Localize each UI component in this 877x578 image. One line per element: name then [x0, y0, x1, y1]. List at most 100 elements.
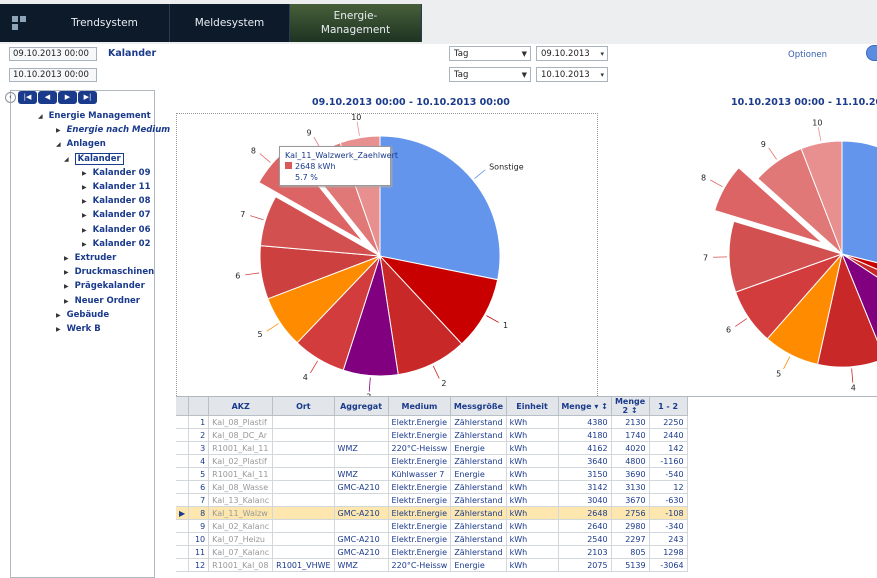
table-cell: kWh — [506, 558, 559, 572]
table-cell: 4800 — [611, 454, 650, 468]
column-header[interactable]: AKZ — [208, 397, 274, 416]
table-cell: Elektr.Energie — [388, 519, 452, 533]
table-row[interactable]: 4 Kal_02_Plastif Elektr.Energie Zählerstand… — [176, 454, 688, 468]
table-cell: Kal_08_DC_Ar — [208, 428, 274, 442]
table-cell: GMC-A210 — [334, 532, 389, 546]
column-header[interactable]: Menge 2 ↕ — [611, 397, 650, 416]
table-cell — [334, 454, 389, 468]
table-cell: 10 — [188, 532, 210, 546]
table-row[interactable]: 11 Kal_07_Kalanc GMC-A210 Elektr.Energie Zäh… — [176, 545, 688, 559]
table-row[interactable]: 2 Kal_08_DC_Ar Elektr.Energie Zählerstand kW… — [176, 428, 688, 442]
table-cell: 3130 — [611, 480, 650, 494]
table-cell: Kal_02_Kalanc — [208, 519, 274, 533]
pie-leader-line — [735, 318, 748, 327]
pie-leader-line — [266, 323, 279, 332]
column-header[interactable]: Medium — [388, 397, 452, 416]
table-cell: -108 — [649, 506, 688, 520]
pie-leader-line — [368, 377, 371, 392]
pie-label: 4 — [303, 373, 308, 382]
pie-leader-line — [356, 121, 360, 136]
table-cell: kWh — [506, 519, 559, 533]
table-row[interactable]: 6 Kal_08_Wasse GMC-A210 Elektr.Energie Zähle… — [176, 480, 688, 494]
table-cell: 142 — [649, 441, 688, 455]
table-cell: 3640 — [558, 454, 612, 468]
column-header[interactable]: Einheit — [506, 397, 559, 416]
pie-slice[interactable] — [379, 135, 501, 281]
table-cell: Zählerstand — [450, 493, 507, 507]
table-cell: 4180 — [558, 428, 612, 442]
table-cell: Kal_08_Wasse — [208, 480, 274, 494]
table-cell: 1298 — [649, 545, 688, 559]
table-cell: -540 — [649, 467, 688, 481]
table-cell: Zählerstand — [450, 415, 507, 429]
table-cell: Kal_07_Kalanc — [208, 545, 274, 559]
pie-label: 7 — [703, 253, 708, 262]
table-cell — [176, 441, 190, 455]
table-cell — [176, 558, 190, 572]
pie-leader-line — [250, 215, 264, 221]
table-cell — [176, 532, 190, 546]
table-cell: 3690 — [611, 467, 650, 481]
table-cell: Elektr.Energie — [388, 545, 452, 559]
table-cell: 3150 — [558, 467, 612, 481]
table-cell — [334, 415, 389, 429]
table-cell — [272, 454, 335, 468]
column-header[interactable]: Aggregat — [334, 397, 389, 416]
pie-label: 6 — [726, 325, 731, 334]
tooltip-swatch — [285, 162, 292, 169]
table-cell: R1001_Kal_08 — [208, 558, 274, 572]
tooltip-pct: 5.7 % — [295, 173, 318, 182]
table-cell: WMZ — [334, 467, 389, 481]
column-header[interactable]: Ort — [272, 397, 335, 416]
table-cell: Elektr.Energie — [388, 454, 452, 468]
table-row[interactable]: 1 Kal_08_Plastif Elektr.Energie Zählerstand… — [176, 415, 688, 429]
table-cell: Elektr.Energie — [388, 415, 452, 429]
pie-leader-line — [817, 127, 822, 142]
table-row[interactable]: 5 R1001_Kal_11 WMZ Kühlwasser 7 Energie kWh 31… — [176, 467, 688, 481]
pie-leader-line — [474, 169, 486, 180]
table-cell: Kal_13_Kalanc — [208, 493, 274, 507]
table-cell: Zählerstand — [450, 480, 507, 494]
pie-label: 6 — [235, 272, 240, 281]
table-cell: 2980 — [611, 519, 650, 533]
pie-leader-line — [768, 147, 777, 160]
table-cell — [272, 545, 335, 559]
pie-charts: Sonstige12345678910Sonstige12345678910 — [235, 113, 877, 400]
table-cell — [272, 493, 335, 507]
column-header[interactable] — [188, 397, 210, 416]
table-cell: 11 — [188, 545, 210, 559]
column-header[interactable]: Messgröße — [450, 397, 507, 416]
pie-label: 4 — [851, 384, 856, 393]
table-row[interactable]: 10 Kal_07_Heizu GMC-A210 Elektr.Energie Zähl… — [176, 532, 688, 546]
chart-tooltip: Kal_11_Walzwerk_Zaehlwert 2648 kWh 5.7 % — [279, 146, 398, 186]
table-row[interactable]: 12 R1001_Kal_08 R1001_VHWE WMZ 220°C-Heissw E… — [176, 558, 688, 572]
pie-label: 10 — [812, 118, 822, 127]
table-cell: Zählerstand — [450, 545, 507, 559]
table-cell — [176, 493, 190, 507]
table-cell: Energie — [450, 441, 507, 455]
table-row[interactable]: 3 R1001_Kal_11 WMZ 220°C-Heissw Energie kWh 41… — [176, 441, 688, 455]
table-cell: 2103 — [558, 545, 612, 559]
table-row[interactable]: ▶ 8 Kal_11_Walzw GMC-A210 Elektr.Energie Zähl… — [176, 506, 688, 520]
table-cell: Energie — [450, 558, 507, 572]
pie-leader-line — [310, 360, 318, 374]
table-cell: Kühlwasser 7 — [388, 467, 452, 481]
pie-label: Sonstige — [489, 163, 524, 172]
table-cell — [176, 480, 190, 494]
table-cell: 3670 — [611, 493, 650, 507]
column-header[interactable]: Menge ▾ ↕ — [558, 397, 612, 416]
table-cell: Zählerstand — [450, 454, 507, 468]
table-cell: kWh — [506, 467, 559, 481]
table-cell: kWh — [506, 480, 559, 494]
column-header[interactable] — [176, 397, 190, 416]
table-cell: 2297 — [611, 532, 650, 546]
table-row[interactable]: 7 Kal_13_Kalanc Elektr.Energie Zählerstand k… — [176, 493, 688, 507]
table-cell: 220°C-Heissw — [388, 441, 452, 455]
column-header[interactable]: 1 - 2 — [649, 397, 688, 416]
pie-leader-line — [245, 272, 260, 276]
table-cell: Elektr.Energie — [388, 480, 452, 494]
table-cell: Elektr.Energie — [388, 428, 452, 442]
table-cell: 2756 — [611, 506, 650, 520]
table-row[interactable]: 9 Kal_02_Kalanc Elektr.Energie Zählerstand k… — [176, 519, 688, 533]
table-cell: 8 — [188, 506, 210, 520]
